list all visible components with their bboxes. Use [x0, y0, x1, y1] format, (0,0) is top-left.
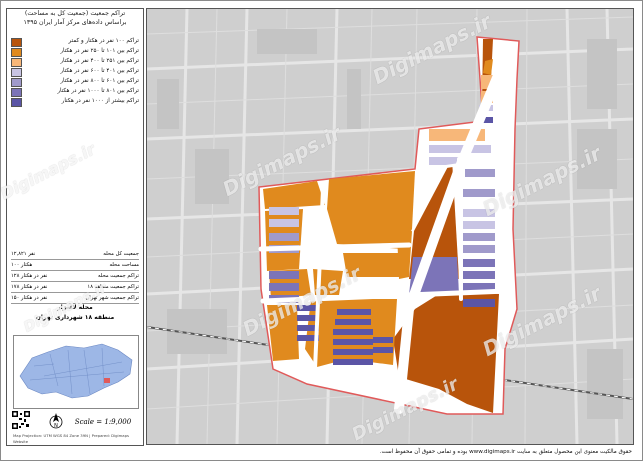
stats-value: ۱۲,۸۲۱ نفر	[11, 251, 36, 257]
legend-item: تراکم ۱۰۰ نفر در هکتار و کمتر	[68, 38, 139, 44]
legend-swatch	[11, 98, 22, 107]
legend-panel: تراکم جمعیت (جمعیت کل به مساحت) براساس د…	[6, 8, 144, 446]
legend-item: تراکم بین ۴۰۱ تا ۶۰۰ نفر در هکتار	[60, 68, 139, 74]
copyright-footer: حقوق مالکیت معنوی این محصول متعلق به سای…	[379, 449, 632, 455]
legend-item: تراکم بین ۸۰۱ تا ۱۰۰۰ نفر در هکتار	[57, 88, 139, 94]
stats-row: تراکم جمعیت منطقه ۱۸ ۱۷۸ نفر در هکتار	[11, 282, 139, 293]
legend-swatch	[11, 38, 22, 47]
legend-item: تراکم بین ۶۰۱ تا ۸۰۰ نفر در هکتار	[60, 78, 139, 84]
stats-row: تراکم جمعیت محله ۱۲۸ نفر در هکتار	[11, 271, 139, 282]
qr-code-icon	[12, 411, 30, 429]
legend-swatch	[11, 48, 22, 57]
stats-row: جمعیت کل محله ۱۲,۸۲۱ نفر	[11, 249, 139, 260]
legend-swatch	[11, 58, 22, 67]
stats-label: جمعیت کل محله	[103, 251, 139, 257]
stats-value: ۱۲۸ نفر در هکتار	[11, 273, 48, 279]
stats-label: مساحت محله	[109, 262, 139, 268]
map-canvas[interactable]: Digimaps.ir Digimaps.ir Digimaps.ir Digi…	[146, 8, 634, 445]
legend-swatch	[11, 78, 22, 87]
svg-text:N: N	[54, 423, 58, 429]
legend-item: تراکم بین ۲۵۱ تا ۴۰۰ نفر در هکتار	[60, 58, 139, 64]
locator-map	[13, 335, 139, 409]
projection-note: Map Projection: UTM WGS 84 Zone 39N | Pr…	[13, 433, 129, 444]
locator-highlight	[104, 378, 110, 383]
stats-row: مساحت محله ۱۰۰ هکتار	[11, 260, 139, 271]
north-arrow-icon: N	[49, 412, 63, 430]
legend-swatch	[11, 88, 22, 97]
map-title: تراکم جمعیت (جمعیت کل به مساحت) براساس د…	[7, 9, 143, 33]
scale-label: Scale = 1:9,000	[74, 418, 132, 426]
map-title-line2: براساس داده‌های مرکز آمار ایران ۱۳۹۵	[23, 19, 127, 26]
map-title-line1: تراکم جمعیت (جمعیت کل به مساحت)	[24, 10, 126, 17]
stats-value: ۱۰۰ هکتار	[11, 262, 33, 268]
legend-item: تراکم بین ۱۰۱ تا ۲۵۰ نفر در هکتار	[60, 48, 139, 54]
stats-label: تراکم جمعیت محله	[98, 273, 139, 279]
stats-value: ۱۵۰ نفر در هکتار	[11, 295, 48, 301]
legend-item: تراکم بیشتر از ۱۰۰۰ نفر در هکتار	[61, 98, 139, 104]
legend-swatch	[11, 68, 22, 77]
stats-value: ۱۷۸ نفر در هکتار	[11, 284, 48, 290]
